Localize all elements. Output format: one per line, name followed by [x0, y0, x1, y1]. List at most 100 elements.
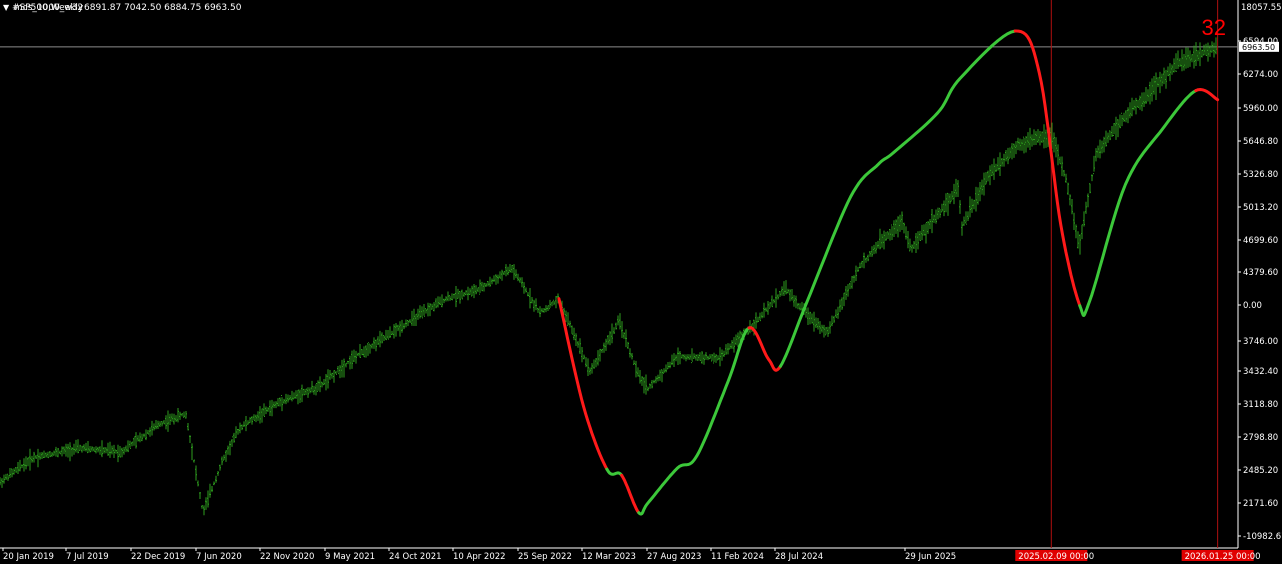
price-bar — [187, 422, 189, 431]
price-bar — [143, 433, 145, 438]
price-bar — [909, 238, 911, 252]
price-bar — [555, 295, 557, 309]
price-bar — [865, 257, 867, 263]
price-bar — [387, 329, 389, 340]
price-bar — [1067, 182, 1069, 195]
price-bar — [259, 406, 261, 424]
price-bar — [901, 211, 903, 231]
price-bar — [127, 440, 129, 453]
curve-segment-down — [557, 297, 609, 471]
y-tick-label: 5960.00 — [1243, 104, 1278, 114]
price-bar — [181, 413, 183, 417]
price-bar — [795, 295, 797, 309]
price-bar — [93, 447, 95, 452]
price-bar — [367, 342, 369, 356]
curve-segment-down — [1194, 88, 1220, 102]
x-tick-label: 22 Nov 2020 — [260, 552, 314, 562]
price-bar — [165, 415, 167, 430]
price-bar — [579, 338, 581, 354]
price-bar — [871, 246, 873, 257]
price-bar — [471, 285, 473, 297]
price-bar — [493, 275, 495, 282]
collapse-arrow-icon[interactable]: ▼ — [3, 3, 9, 12]
price-bar — [551, 301, 553, 307]
price-bar — [783, 281, 785, 296]
x-tick-label: 9 May 2021 — [325, 552, 375, 562]
price-bar — [109, 441, 111, 458]
price-bar — [221, 456, 223, 466]
price-bar — [583, 354, 585, 360]
y-tick-label: -10982.677 — [1243, 532, 1282, 542]
price-bar — [851, 275, 853, 289]
price-bar — [1085, 201, 1087, 214]
price-bar — [577, 341, 579, 348]
price-bar — [327, 369, 329, 389]
price-bar — [249, 417, 251, 424]
price-bar — [413, 308, 415, 326]
price-bar — [1151, 78, 1153, 102]
price-bar — [889, 229, 891, 241]
price-bar — [949, 193, 951, 204]
price-bar — [505, 264, 507, 277]
price-bar — [665, 364, 667, 373]
price-bar — [353, 349, 355, 363]
price-bar — [649, 383, 651, 389]
price-bar — [519, 277, 521, 283]
price-bar — [335, 370, 337, 375]
price-bar — [735, 334, 737, 346]
price-bar — [1119, 114, 1121, 129]
price-bar — [827, 326, 829, 337]
price-bar — [825, 326, 827, 336]
price-bar — [653, 379, 655, 384]
price-bar — [777, 294, 779, 300]
price-bar — [83, 444, 85, 452]
price-bar — [319, 376, 321, 393]
price-bar — [823, 324, 825, 338]
price-bar — [1069, 194, 1071, 206]
price-bar — [125, 445, 127, 453]
price-bar — [357, 352, 359, 357]
price-bar — [689, 354, 691, 360]
price-bar — [1191, 54, 1193, 63]
price-bar — [1171, 64, 1173, 75]
price-bar — [921, 224, 923, 241]
price-bar — [785, 280, 787, 295]
price-bar — [955, 178, 957, 198]
price-bar — [89, 445, 91, 453]
price-bar — [485, 283, 487, 288]
price-bar — [29, 448, 31, 471]
price-bar — [545, 305, 547, 313]
price-bar — [637, 367, 639, 377]
price-bar — [69, 442, 71, 462]
price-bar — [479, 279, 481, 295]
indicator-curve — [557, 29, 1220, 516]
price-bar — [759, 312, 761, 322]
price-bar — [673, 353, 675, 368]
price-bar — [667, 361, 669, 370]
price-bar — [585, 357, 587, 368]
price-bar — [1013, 143, 1015, 158]
price-bar — [351, 350, 353, 369]
price-bar — [549, 299, 551, 310]
price-bar — [61, 446, 63, 457]
price-bar — [853, 275, 855, 283]
price-bar — [1169, 63, 1171, 82]
price-bar — [1135, 97, 1137, 115]
price-bar — [369, 343, 371, 354]
price-bar — [321, 381, 323, 388]
price-bar — [1003, 153, 1005, 167]
price-bar — [679, 351, 681, 365]
price-bar — [77, 439, 79, 454]
price-bar — [703, 354, 705, 365]
price-bar — [393, 324, 395, 339]
price-bar — [809, 311, 811, 325]
price-bar — [19, 459, 21, 472]
price-bar — [339, 365, 341, 379]
price-bar — [7, 473, 9, 481]
price-bar — [1111, 126, 1113, 137]
price-bar — [887, 231, 889, 239]
price-bar — [819, 321, 821, 334]
price-bar — [243, 421, 245, 427]
price-bar — [511, 264, 513, 273]
price-bar — [761, 311, 763, 319]
